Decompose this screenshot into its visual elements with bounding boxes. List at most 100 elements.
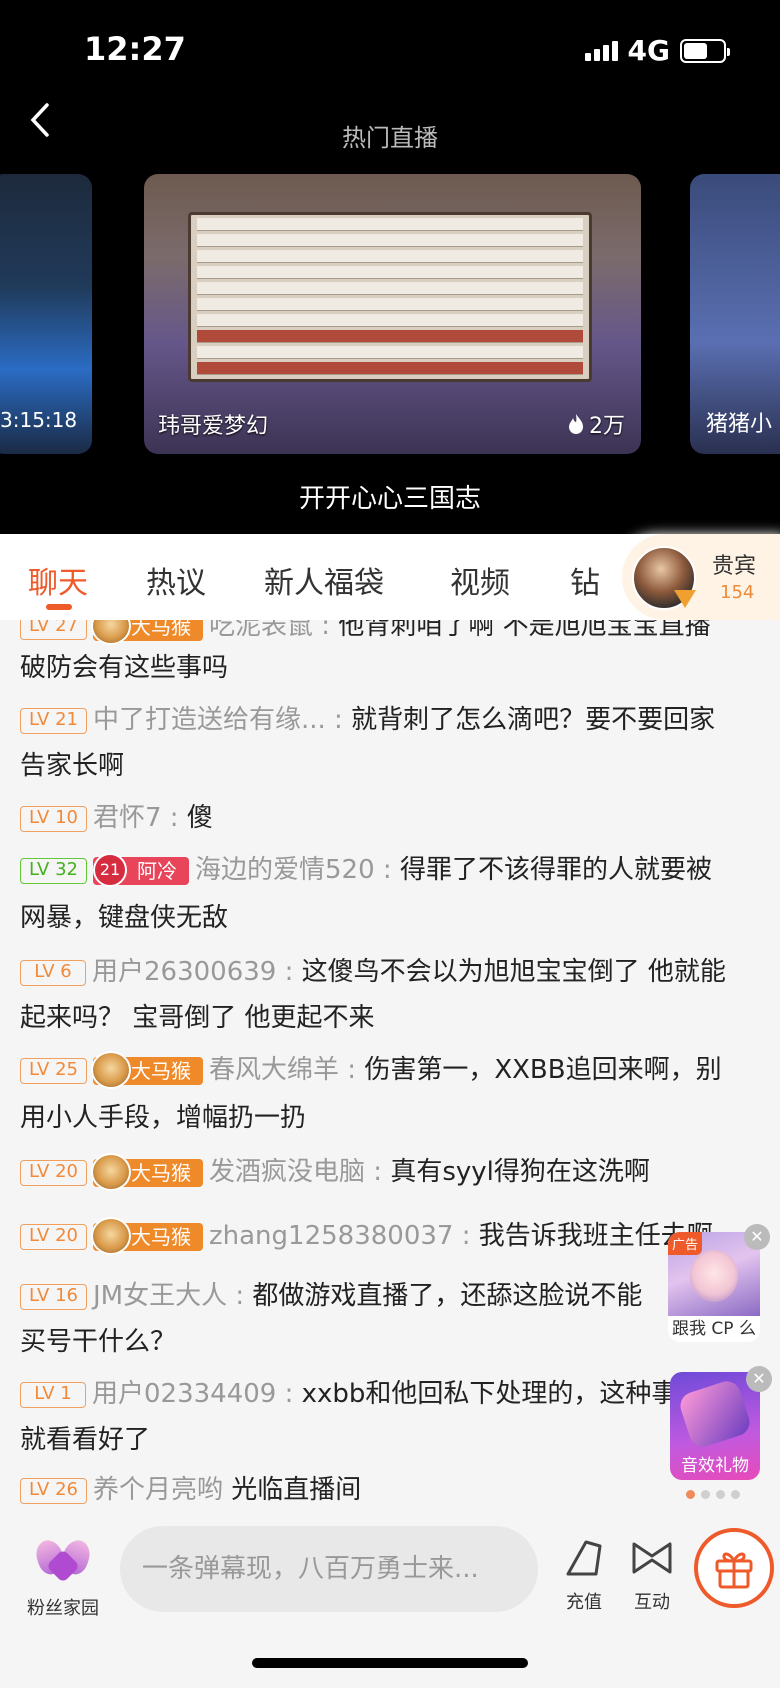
message-text: 买号干什么？ xyxy=(20,1327,177,1357)
sound-gift-caption: 音效礼物 xyxy=(681,1456,749,1476)
level-badge: LV 32 xyxy=(20,857,87,884)
level-badge: LV 1 xyxy=(20,1381,86,1408)
chat-list[interactable]: LV 27 大马猴 吃泥表鼠 : 他背刺咱了啊 不是旭旭宝宝直播 破防会有这些事吗 … xyxy=(0,620,780,1518)
username[interactable]: JM女王大人 xyxy=(93,1281,227,1311)
live-card-previous[interactable]: 3:15:18 xyxy=(0,174,92,454)
widget-page-indicator xyxy=(686,1490,740,1499)
username[interactable]: 用户26300639 xyxy=(92,957,276,987)
bow-tie-icon xyxy=(632,1542,672,1574)
signal-icon xyxy=(584,40,618,61)
chat-message-cont: 告家长啊 xyxy=(20,742,760,790)
tab-chat[interactable]: 聊天 xyxy=(28,558,88,602)
gift-button[interactable] xyxy=(694,1528,774,1608)
chat-message-cont: 网暴，键盘侠无敌 xyxy=(20,894,760,942)
battery-icon xyxy=(680,38,730,63)
tab-newbie-bag[interactable]: 新人福袋 xyxy=(264,558,384,602)
danmu-input[interactable] xyxy=(120,1526,538,1612)
level-badge: LV 20 xyxy=(20,1223,87,1250)
message-text: 破防会有这些事吗 xyxy=(20,653,229,683)
monkey-icon xyxy=(91,1050,131,1089)
level-badge: LV 6 xyxy=(20,959,86,986)
heat-value: 2万 xyxy=(589,414,625,439)
level-badge: LV 25 xyxy=(20,1057,87,1084)
live-card-current[interactable]: 玮哥爱梦幻 2万 xyxy=(144,174,641,454)
username[interactable]: 海边的爱情520 xyxy=(195,855,375,885)
message-text: 都做游戏直播了，还舔这脸说不能 xyxy=(252,1281,643,1311)
streamer-name-next: 猪猪小 xyxy=(706,412,773,437)
active-tab-indicator xyxy=(46,604,72,610)
fans-home-button[interactable]: 粉丝家园 xyxy=(22,1532,104,1620)
fan-badge: 大马猴 xyxy=(91,1216,203,1255)
fan-badge: 大马猴 xyxy=(91,1152,203,1191)
cp-ad-caption: 跟我 CP 么 xyxy=(672,1319,756,1339)
username[interactable]: 用户02334409 xyxy=(92,1379,276,1409)
chat-message: LV 25 大马猴 春风大绵羊 : 伤害第一，XXBB追回来啊，别 xyxy=(20,1046,760,1094)
message-text: 起来吗？ 宝哥倒了 他更起不来 xyxy=(20,1003,375,1033)
username[interactable]: 中了打造送给有缘... xyxy=(93,705,326,735)
username[interactable]: 君怀7 xyxy=(93,803,162,833)
plane-icon xyxy=(676,1377,754,1451)
message-text: 他背刺咱了啊 不是旭旭宝宝直播 xyxy=(338,620,711,641)
vip-guests-button[interactable]: 贵宾 154 xyxy=(622,534,780,620)
level-badge: LV 21 xyxy=(20,707,87,734)
level-badge: LV 10 xyxy=(20,805,87,832)
tab-discussion[interactable]: 热议 xyxy=(146,558,206,602)
level-badge: LV 26 xyxy=(20,1477,87,1504)
streamer-name: 玮哥爱梦幻 xyxy=(158,414,269,439)
username[interactable]: 发酒疯没电脑 xyxy=(209,1157,365,1187)
fan-badge: 大马猴 xyxy=(91,620,203,645)
recharge-button[interactable]: 充值 xyxy=(554,1536,614,1614)
message-text: 就看看好了 xyxy=(20,1425,151,1455)
close-cp-ad-button[interactable]: ✕ xyxy=(744,1224,770,1250)
monkey-icon xyxy=(91,1152,131,1191)
network-type: 4G xyxy=(627,34,670,67)
sound-gift-widget[interactable]: 音效礼物 xyxy=(670,1372,760,1480)
home-indicator xyxy=(252,1658,528,1668)
username[interactable]: 吃泥表鼠 xyxy=(209,620,313,641)
username[interactable]: zhang1258380037 xyxy=(209,1221,453,1251)
chat-message: LV 20 大马猴 zhang1258380037 : 我告诉我班主任去啊 xyxy=(20,1212,760,1260)
message-text: 傻 xyxy=(186,803,213,833)
interact-label: 互动 xyxy=(634,1592,670,1613)
message-text: 伤害第一，XXBB追回来啊，别 xyxy=(364,1055,722,1085)
message-text: 就背刺了怎么滴吧？要不要回家 xyxy=(351,705,716,735)
level-badge: LV 16 xyxy=(20,1283,87,1310)
hot-live-section: 12:27 4G 热门直播 3:15:18 玮哥爱梦幻 2万 猪猪小 开开心心三… xyxy=(0,0,780,534)
card-duration: 3:15:18 xyxy=(0,408,78,432)
level-badge: LV 20 xyxy=(20,1159,87,1186)
heat-count: 2万 xyxy=(567,408,625,440)
tab-diamond[interactable]: 钻 xyxy=(570,558,600,602)
chat-message-cont: 就看看好了 xyxy=(20,1416,760,1464)
monkey-icon xyxy=(91,1216,131,1255)
recharge-label: 充值 xyxy=(566,1592,602,1613)
message-text: 光临直播间 xyxy=(231,1475,362,1505)
fans-home-label: 粉丝家园 xyxy=(27,1598,99,1619)
username[interactable]: 春风大绵羊 xyxy=(209,1055,339,1085)
chat-message: LV 32 21 阿冷 海边的爱情520 : 得罪了不该得罪的人就要被 xyxy=(20,846,760,894)
chat-message: LV 20 大马猴 发酒疯没电脑 : 真有syyl得狗在这洗啊 xyxy=(20,1148,760,1196)
message-text: 得罪了不该得罪的人就要被 xyxy=(399,855,712,885)
vip-count: 154 xyxy=(720,582,755,603)
recharge-icon xyxy=(566,1540,602,1576)
game-screenshot xyxy=(188,212,592,382)
username[interactable]: 养个月亮哟 xyxy=(93,1475,223,1505)
message-text: 这傻鸟不会以为旭旭宝宝倒了 他就能 xyxy=(301,957,726,987)
ad-tag: 广告 xyxy=(668,1232,703,1255)
cp-ad-widget[interactable]: 广告 跟我 CP 么 xyxy=(668,1232,760,1342)
live-card-next[interactable]: 猪猪小 xyxy=(690,174,780,454)
interact-button[interactable]: 互动 xyxy=(622,1536,682,1614)
level-badge: LV 27 xyxy=(20,620,87,640)
message-text: 告家长啊 xyxy=(20,751,125,781)
fans-home-icon xyxy=(31,1532,95,1588)
gift-icon xyxy=(715,1552,753,1589)
monkey-icon xyxy=(91,620,131,645)
chat-message-cont: 用小人手段，增幅扔一扔 xyxy=(20,1094,760,1142)
chat-message-cont: 买号干什么？ xyxy=(20,1318,760,1366)
message-text: 真有syyl得狗在这洗啊 xyxy=(390,1157,650,1187)
chat-message-cont: 破防会有这些事吗 xyxy=(20,644,760,692)
tab-video[interactable]: 视频 xyxy=(450,558,510,602)
vip-label: 贵宾 xyxy=(712,554,757,579)
page-title: 热门直播 xyxy=(342,124,438,152)
message-text: xxbb和他回私下处理的，这种事 xyxy=(301,1379,678,1409)
close-gift-widget-button[interactable]: ✕ xyxy=(746,1366,772,1392)
